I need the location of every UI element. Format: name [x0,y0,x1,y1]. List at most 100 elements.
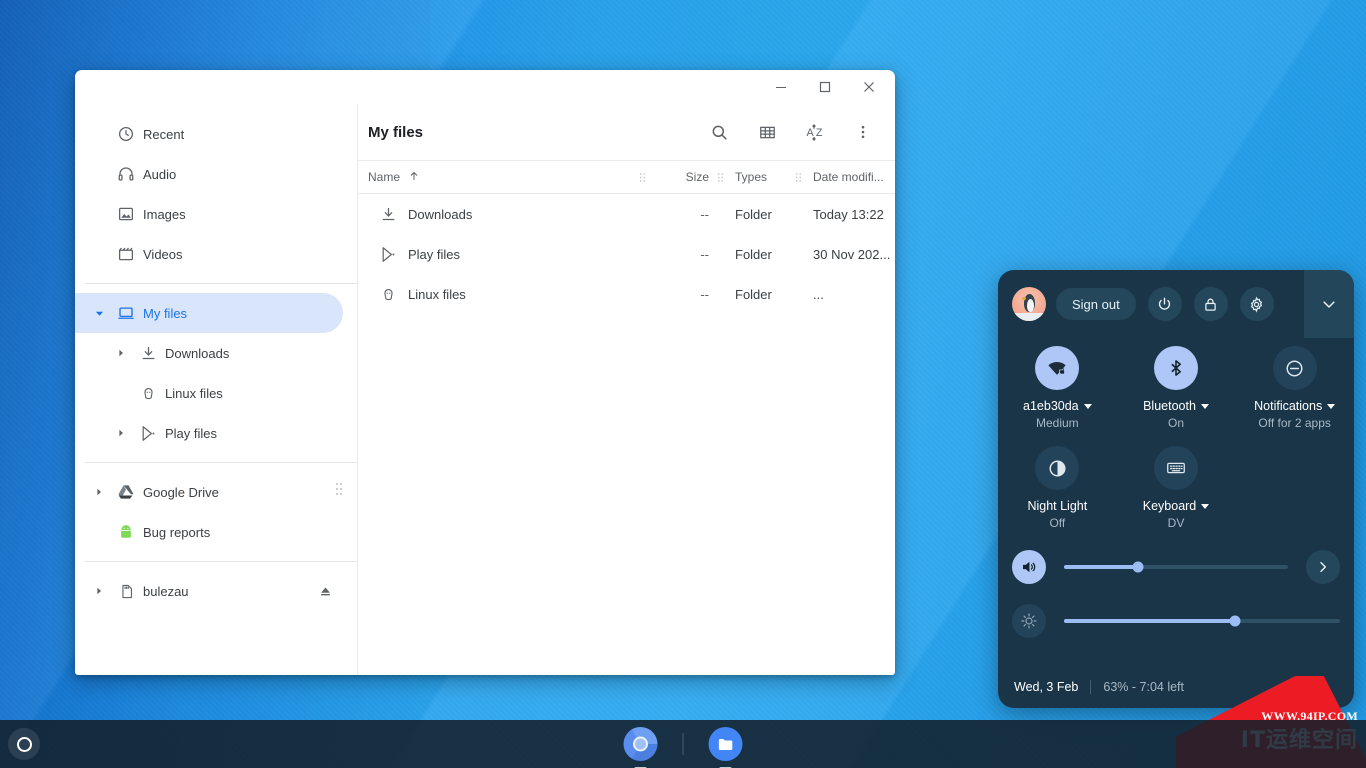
file-size: -- [700,246,709,262]
brightness-slider[interactable] [998,604,1354,638]
close-button[interactable] [847,71,891,103]
sidebar-item-recent[interactable]: Recent [75,114,343,154]
video-icon [109,245,143,263]
table-row[interactable]: Play files -- Folder 30 Nov 202... [358,234,895,274]
lock-icon[interactable] [1193,287,1228,321]
sidebar-item-images[interactable]: Images [75,194,343,234]
pod-label: a1eb30da [1023,399,1079,413]
chevron-down-icon[interactable] [1201,503,1210,509]
sidebar-item-bulezau[interactable]: bulezau [75,571,343,611]
chevron-right-icon[interactable] [89,488,109,496]
brightness-track[interactable] [1064,615,1340,627]
sign-out-button[interactable]: Sign out [1056,288,1136,320]
settings-gear-icon[interactable] [1239,287,1274,321]
sidebar-item-downloads[interactable]: Downloads [75,333,343,373]
launcher-icon[interactable] [8,728,40,760]
brightness-thumb[interactable] [1229,615,1241,627]
column-header-date-modified[interactable]: Date modifi... [809,170,895,184]
pod-wifi[interactable]: a1eb30da Medium [998,346,1117,430]
clock-icon [109,125,143,143]
pod-bluetooth[interactable]: Bluetooth On [1117,346,1236,430]
column-resize-grip[interactable] [709,172,731,183]
files-main-pane: My files A Z Name Size Types Date modifi… [357,104,895,675]
shelf [0,720,1366,768]
avatar[interactable] [1012,287,1046,321]
files-app-icon[interactable] [708,726,744,768]
eject-icon[interactable] [318,584,333,599]
sidebar-label: Videos [143,246,183,262]
table-row[interactable]: Downloads -- Folder Today 13:22 [358,194,895,234]
sidebar-divider [85,561,357,562]
date-label[interactable]: Wed, 3 Feb [1014,680,1078,694]
sidebar-label: Images [143,206,186,222]
sort-az-icon[interactable]: A Z [791,112,839,152]
column-resize-grip[interactable] [787,172,809,183]
chevron-down-icon[interactable] [1083,403,1092,409]
pod-label: Notifications [1254,399,1323,413]
chevron-down-icon[interactable] [1304,270,1354,338]
sidebar-item-videos[interactable]: Videos [75,234,343,274]
table-row[interactable]: Linux files -- Folder ... [358,274,895,314]
chevron-down-icon[interactable] [1200,403,1209,409]
maximize-button[interactable] [803,71,847,103]
pod-label: Night Light [1027,499,1088,513]
chevron-right-icon[interactable] [89,587,109,595]
sidebar-item-linux-files[interactable]: Linux files [75,373,343,413]
chrome-app-icon[interactable] [623,726,659,768]
linux-icon [131,385,165,402]
volume-track[interactable] [1064,561,1288,573]
chrome-hub [633,736,648,752]
sidebar-resize-grip[interactable] [335,482,343,501]
night-light-icon[interactable] [1035,446,1080,490]
files-app-window: Recent Audio Images Videos My files Down… [75,70,895,675]
column-header-size[interactable]: Size [653,170,709,184]
sidebar-item-play-files[interactable]: Play files [75,413,343,453]
bluetooth-icon[interactable] [1154,346,1198,390]
play-store-icon [368,246,408,263]
column-resize-grip[interactable] [631,172,653,183]
shelf-divider [682,733,684,755]
chevron-down-icon[interactable] [1327,403,1336,409]
volume-icon[interactable] [1012,550,1046,584]
keyboard-icon[interactable] [1154,446,1198,490]
file-type: Folder [735,286,772,302]
volume-thumb[interactable] [1132,561,1144,573]
quick-settings-panel: Sign out a1eb30da Medium Bluetooth On No… [998,270,1354,708]
sidebar-label: Bug reports [143,524,211,540]
pod-notifications[interactable]: Notifications Off for 2 apps [1235,346,1354,430]
quick-settings-pods-row-1: a1eb30da Medium Bluetooth On Notificatio… [998,338,1354,430]
brightness-fill [1064,619,1236,623]
chevron-right-icon[interactable] [1306,550,1340,584]
volume-slider[interactable] [998,550,1354,584]
wifi-locked-icon[interactable] [1035,346,1080,390]
pod-night-light[interactable]: Night Light Off [998,446,1117,530]
sidebar-item-audio[interactable]: Audio [75,154,343,194]
more-menu-icon[interactable] [839,112,887,152]
file-name: Linux files [408,286,466,302]
minimize-button[interactable] [759,71,803,103]
column-header-name[interactable]: Name [368,170,400,184]
grid-view-icon[interactable] [743,112,791,152]
search-icon[interactable] [695,112,743,152]
sidebar-item-my-files[interactable]: My files [75,293,343,333]
battery-label[interactable]: 63% - 7:04 left [1103,680,1184,694]
toolbar-actions: A Z [695,112,887,152]
headphones-icon [109,165,143,183]
chrome-glyph [623,727,658,761]
chevron-down-icon[interactable] [89,309,109,318]
sidebar-label: Downloads [165,345,230,361]
pod-label: Keyboard [1142,499,1197,513]
pod-keyboard[interactable]: Keyboard DV [1117,446,1236,530]
chevron-right-icon[interactable] [111,349,131,357]
chevron-right-icon[interactable] [111,429,131,437]
do-not-disturb-icon[interactable] [1272,346,1317,390]
files-sidebar: Recent Audio Images Videos My files Down… [75,104,357,675]
file-size: -- [700,286,709,302]
chrome-icon-shape [623,726,659,762]
volume-fill [1064,565,1138,569]
column-header-types[interactable]: Types [731,170,787,184]
brightness-icon[interactable] [1012,604,1046,638]
sidebar-item-bug-reports[interactable]: Bug reports [75,512,343,552]
power-icon[interactable] [1147,287,1182,321]
sidebar-item-google-drive[interactable]: Google Drive [75,472,343,512]
